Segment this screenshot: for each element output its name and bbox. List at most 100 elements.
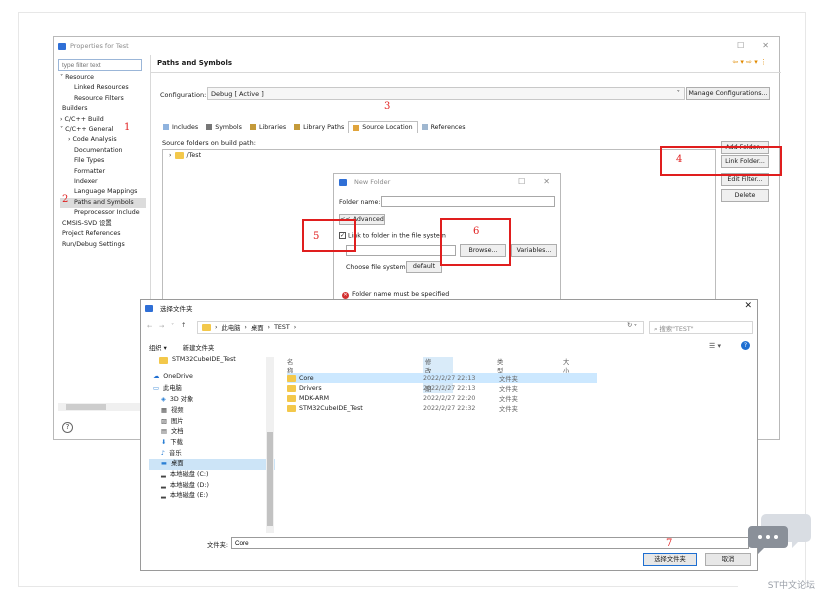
cancel-button[interactable]: 取消 — [705, 553, 751, 566]
organize-button[interactable]: 组织 ▾ — [149, 345, 167, 352]
tree-item[interactable]: Project References — [60, 229, 146, 239]
close-icon[interactable]: ✕ — [762, 41, 769, 50]
tree-item[interactable]: Linked Resources — [60, 83, 146, 93]
tree-item[interactable]: Run/Debug Settings — [60, 240, 146, 250]
folder-icon — [159, 356, 168, 364]
refresh-icon[interactable]: ↻ — [627, 322, 632, 329]
tree-item[interactable]: › Code Analysis — [60, 135, 146, 145]
nav-item[interactable]: ▦ 视频 — [149, 406, 275, 417]
annotation-6: 6 — [473, 226, 480, 237]
tree-item[interactable]: ˅ Resource — [60, 73, 146, 83]
file-row[interactable]: STM32CubeIDE_Test 2022/2/27 22:32 文件夹 — [287, 403, 597, 413]
variables-button[interactable]: Variables... — [511, 244, 557, 257]
nav-item[interactable]: ▂ 本地磁盘 (C:) — [149, 470, 275, 481]
nav-item[interactable]: ☁ OneDrive — [149, 372, 275, 383]
music-icon: ♪ — [161, 449, 166, 457]
app-icon — [58, 42, 66, 50]
search-icon: ⌕ — [654, 326, 658, 333]
header-divider — [151, 72, 781, 73]
filter-input[interactable] — [58, 59, 142, 71]
tree-item[interactable]: › C/C++ Build — [60, 115, 146, 125]
back-icon[interactable]: ← — [147, 323, 152, 330]
tree-item[interactable]: Resource Filters — [60, 94, 146, 104]
folder-picker-title: 选择文件夹 — [160, 305, 193, 313]
folder-name-input[interactable] — [381, 196, 555, 207]
nav-item[interactable]: ⬇ 下载 — [149, 438, 275, 449]
tree-item-paths-and-symbols[interactable]: Paths and Symbols — [60, 197, 146, 209]
references-icon — [421, 124, 428, 130]
nav-item[interactable]: ▤ 文档 — [149, 427, 275, 438]
tab-library-paths[interactable]: Library Paths — [290, 121, 348, 133]
nav-item[interactable]: ▂ 本地磁盘 (D:) — [149, 481, 275, 492]
tab-references[interactable]: References — [418, 121, 470, 133]
file-row[interactable]: Drivers 2022/2/27 22:13 文件夹 — [287, 383, 597, 393]
restore-icon[interactable]: ☐ — [737, 41, 744, 50]
tab-libraries[interactable]: Libraries — [246, 121, 290, 133]
app-icon — [145, 304, 153, 312]
nav-arrows-icon[interactable]: ⇦ ▾ ⇨ ▾ ⋮ — [732, 58, 767, 66]
tree-item[interactable]: Language Mappings — [60, 187, 146, 197]
forward-icon[interactable]: → — [159, 323, 164, 330]
up-icon[interactable]: ↑ — [181, 322, 186, 329]
includes-icon — [163, 124, 169, 130]
configuration-select[interactable]: Debug [ Active ] ˅ — [207, 87, 685, 100]
frame-line-top — [18, 12, 806, 13]
tree-item[interactable]: Documentation — [60, 146, 146, 156]
help-icon[interactable]: ? — [62, 422, 73, 433]
error-message: ✕ Folder name must be specified — [342, 291, 450, 299]
breadcrumb-item[interactable]: 桌面 — [251, 323, 264, 332]
breadcrumb-item[interactable]: 此电脑 — [222, 323, 241, 332]
nav-item[interactable]: ▂ 本地磁盘 (E:) — [149, 491, 275, 502]
nav-item-desktop[interactable]: ▬ 桌面 — [149, 459, 275, 471]
tree-item[interactable]: Preprocessor Include — [60, 208, 146, 218]
folder-icon — [202, 324, 211, 331]
annotation-4: 4 — [676, 154, 683, 165]
forum-logo-icon — [748, 514, 811, 554]
delete-button[interactable]: Delete — [721, 189, 769, 202]
tab-includes[interactable]: Includes — [159, 121, 202, 133]
tree-item[interactable]: CMSIS-SVD 设置 — [60, 219, 146, 229]
file-row[interactable]: Core 2022/2/27 22:13 文件夹 — [287, 373, 597, 383]
close-icon[interactable]: ✕ — [744, 301, 752, 311]
nav-item[interactable]: ◈ 3D 对象 — [149, 395, 275, 406]
properties-tree: ˅ Resource Linked Resources Resource Fil… — [60, 73, 146, 250]
hash-icon — [206, 124, 213, 130]
nav-scrollbar[interactable] — [266, 357, 274, 533]
tab-symbols[interactable]: Symbols — [202, 121, 246, 133]
properties-title: Properties for Test — [70, 42, 129, 50]
file-row[interactable]: MDK-ARM 2022/2/27 22:20 文件夹 — [287, 393, 597, 403]
nav-item[interactable]: ▨ 图片 — [149, 417, 275, 428]
source-folders-label: Source folders on build path: — [162, 139, 256, 147]
close-icon[interactable]: ✕ — [543, 177, 550, 186]
tree-item[interactable]: ˅ C/C++ General — [60, 125, 146, 135]
address-bar[interactable]: › 此电脑 › 桌面 › TEST › ˅ — [197, 321, 644, 334]
manage-configurations-button[interactable]: Manage Configurations... — [686, 87, 770, 100]
view-options-icon[interactable]: ☰ ▾ — [709, 342, 721, 350]
app-icon — [339, 178, 347, 186]
folder-icon — [287, 394, 296, 402]
picker-toolbar: 组织 ▾ 新建文件夹 — [149, 343, 214, 352]
tree-item[interactable]: Builders — [60, 104, 146, 114]
source-folder-item[interactable]: › /Test — [169, 152, 201, 159]
tree-item[interactable]: File Types — [60, 156, 146, 166]
breadcrumb-item[interactable]: TEST — [274, 324, 290, 331]
nav-item[interactable]: ▭ 此电脑 — [149, 384, 275, 395]
file-system-select[interactable]: default — [406, 261, 442, 273]
cloud-icon: ☁ — [153, 372, 160, 380]
chevron-down-icon[interactable]: ˅ — [634, 324, 637, 331]
nav-item[interactable]: ♪ 音乐 — [149, 449, 275, 460]
folder-name-label: Folder name: — [339, 199, 381, 206]
help-icon[interactable]: ? — [741, 341, 750, 350]
tree-item[interactable]: Indexer — [60, 177, 146, 187]
new-folder-button[interactable]: 新建文件夹 — [183, 345, 214, 352]
nav-item[interactable]: STM32CubeIDE_Test — [149, 355, 275, 366]
tab-source-location[interactable]: Source Location — [348, 121, 418, 133]
select-folder-button[interactable]: 选择文件夹 — [643, 553, 697, 566]
computer-icon: ▭ — [153, 385, 159, 393]
chevron-down-icon[interactable]: ˅ — [171, 323, 174, 330]
tree-item[interactable]: Formatter — [60, 167, 146, 177]
search-input[interactable]: ⌕ 搜索"TEST" — [649, 321, 753, 334]
restore-icon[interactable]: ☐ — [518, 177, 525, 186]
tree-hscroll[interactable] — [58, 403, 146, 411]
scroll-thumb[interactable] — [267, 432, 273, 526]
